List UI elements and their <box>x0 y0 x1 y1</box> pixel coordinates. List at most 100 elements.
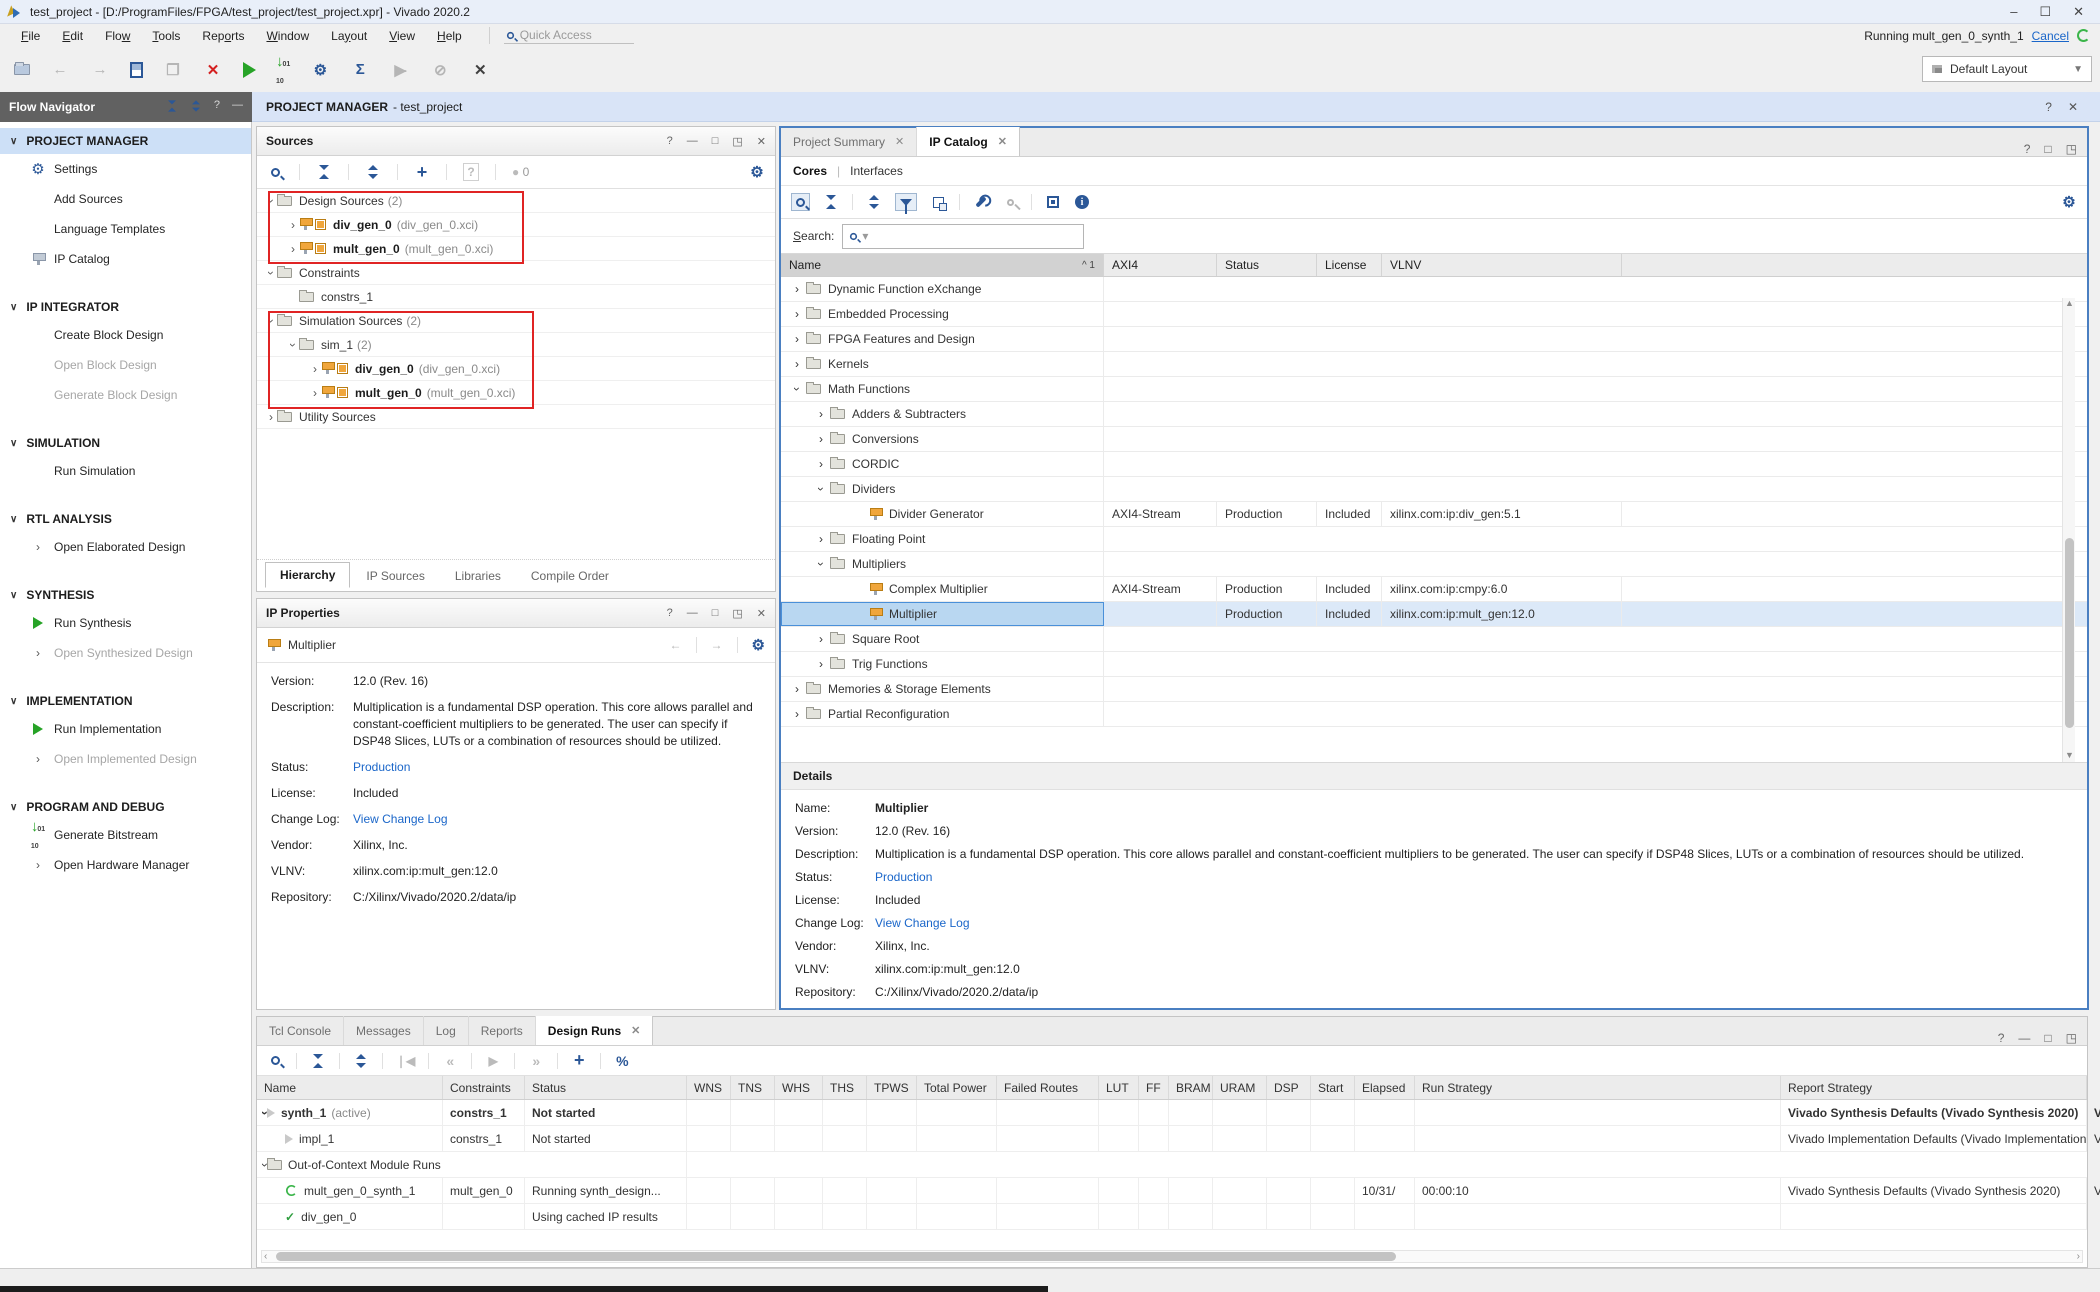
cores-tab[interactable]: Cores <box>793 164 827 178</box>
float-panel-icon[interactable]: ◳ <box>732 135 742 148</box>
flow-item-generate-bitstream[interactable]: ↓0110Generate Bitstream <box>0 820 251 850</box>
tree-item-mult_gen_0[interactable]: ›mult_gen_0(mult_gen_0.xci) <box>257 381 775 405</box>
expander-icon[interactable]: › <box>814 562 828 566</box>
chip-icon[interactable] <box>1045 193 1061 211</box>
open-project-icon[interactable] <box>14 64 30 75</box>
catalog-row-conversions[interactable]: ›Conversions <box>781 427 2087 452</box>
generate-bitstream-icon[interactable]: ↓0110 <box>276 53 290 87</box>
expander-icon[interactable]: › <box>819 532 823 546</box>
undo-icon[interactable]: ← <box>50 60 70 80</box>
chevron-right-icon[interactable]: › <box>36 858 40 872</box>
gear-icon[interactable]: ⚙ <box>752 636 765 654</box>
scroll-right-icon[interactable]: › <box>2077 1251 2080 1262</box>
field-value[interactable]: Production <box>875 869 932 886</box>
first-run-icon[interactable]: ❘◀ <box>396 1052 415 1070</box>
column-header-elapsed[interactable]: Elapsed <box>1355 1076 1415 1099</box>
tab-messages[interactable]: Messages <box>344 1016 424 1045</box>
column-header-failed-routes[interactable]: Failed Routes <box>997 1076 1099 1099</box>
column-header-run-strategy[interactable]: Run Strategy <box>1415 1076 1781 1099</box>
scrollbar-thumb[interactable] <box>276 1252 1396 1261</box>
tree-item-Constraints[interactable]: ›Constraints <box>257 261 775 285</box>
catalog-row-complex-multiplier[interactable]: Complex MultiplierAXI4-StreamProductionI… <box>781 577 2087 602</box>
collapse-all-icon[interactable] <box>823 193 839 211</box>
search-input[interactable]: ▾ <box>842 224 1084 249</box>
help-icon[interactable]: ? <box>2045 100 2052 114</box>
catalog-row-trig-functions[interactable]: ›Trig Functions <box>781 652 2087 677</box>
tab-log[interactable]: Log <box>424 1016 469 1045</box>
flow-item-run-simulation[interactable]: Run Simulation <box>0 456 251 486</box>
close-panel-icon[interactable]: ✕ <box>757 135 766 148</box>
catalog-row-fpga-features-and-design[interactable]: ›FPGA Features and Design <box>781 327 2087 352</box>
run-row-out-of-context-module-runs[interactable]: ›Out-of-Context Module Runs <box>257 1152 2087 1178</box>
column-header-total-power[interactable]: Total Power <box>917 1076 997 1099</box>
run-row-mult_gen_0_synth_1[interactable]: mult_gen_0_synth_1mult_gen_0Running synt… <box>257 1178 2087 1204</box>
column-header-whs[interactable]: WHS <box>775 1076 823 1099</box>
tab-ip-catalog[interactable]: IP Catalog✕ <box>917 127 1020 156</box>
catalog-row-floating-point[interactable]: ›Floating Point <box>781 527 2087 552</box>
close-banner-icon[interactable]: ✕ <box>2068 100 2078 114</box>
close-tab-icon[interactable]: ✕ <box>895 135 904 148</box>
menu-window[interactable]: Window <box>255 27 320 45</box>
help-icon[interactable]: ? <box>667 135 673 148</box>
flow-item-generate-block-design[interactable]: Generate Block Design <box>0 380 251 410</box>
maximize-panel-icon[interactable]: □ <box>712 135 719 148</box>
expander-icon[interactable]: › <box>264 315 278 327</box>
chevron-right-icon[interactable]: › <box>36 540 40 554</box>
back-icon[interactable]: ← <box>670 638 682 652</box>
tab-reports[interactable]: Reports <box>469 1016 536 1045</box>
expander-icon[interactable]: › <box>795 682 799 696</box>
expander-icon[interactable]: › <box>264 267 278 279</box>
quick-access-input[interactable]: Quick Access <box>504 27 634 44</box>
collapse-all-icon[interactable] <box>310 1052 326 1070</box>
tab-tcl-console[interactable]: Tcl Console <box>257 1016 344 1045</box>
minimize-button[interactable]: – <box>2010 4 2017 20</box>
chevron-right-icon[interactable]: › <box>36 646 40 660</box>
column-header-status[interactable]: Status <box>1217 254 1317 276</box>
help-icon[interactable]: ? <box>2024 142 2031 156</box>
column-header-ff[interactable]: FF <box>1139 1076 1169 1099</box>
info-icon[interactable]: i <box>1074 193 1090 211</box>
help-icon[interactable]: ? <box>214 99 220 116</box>
help-icon[interactable]: ? <box>667 607 673 620</box>
tab-hierarchy[interactable]: Hierarchy <box>265 562 350 588</box>
expander-icon[interactable]: › <box>286 339 300 351</box>
expander-icon[interactable]: › <box>790 387 804 391</box>
expander-icon[interactable]: › <box>287 218 299 232</box>
unlink-icon[interactable]: ✕ <box>470 60 490 80</box>
search-icon[interactable] <box>267 163 283 181</box>
minimize-panel-icon[interactable]: — <box>2018 1031 2030 1045</box>
maximize-panel-icon[interactable]: □ <box>712 607 719 620</box>
launch-runs-icon[interactable]: ▶ <box>485 1052 501 1070</box>
menu-edit[interactable]: Edit <box>51 27 94 45</box>
expander-icon[interactable]: › <box>819 657 823 671</box>
menu-flow[interactable]: Flow <box>94 27 141 45</box>
column-header-tpws[interactable]: TPWS <box>867 1076 917 1099</box>
tree-item-sim_1[interactable]: ›sim_1(2) <box>257 333 775 357</box>
expander-icon[interactable]: › <box>795 357 799 371</box>
tab-ip-sources[interactable]: IP Sources <box>352 564 438 588</box>
forward-icon[interactable]: → <box>711 638 723 652</box>
flow-item-open-implemented-design[interactable]: ›Open Implemented Design <box>0 744 251 774</box>
previous-runs-icon[interactable]: « <box>442 1052 458 1070</box>
expand-all-icon[interactable] <box>353 1052 369 1070</box>
interfaces-tab[interactable]: Interfaces <box>850 164 903 178</box>
chevron-right-icon[interactable]: › <box>36 752 40 766</box>
column-header-report-strategy[interactable]: Report Strategy <box>1781 1076 2087 1099</box>
catalog-row-kernels[interactable]: ›Kernels <box>781 352 2087 377</box>
flow-item-open-synthesized-design[interactable]: ›Open Synthesized Design <box>0 638 251 668</box>
layout-selector[interactable]: Default Layout ▼ <box>1922 56 2092 82</box>
float-panel-icon[interactable]: ◳ <box>2066 1031 2077 1045</box>
next-runs-icon[interactable]: » <box>528 1052 544 1070</box>
column-header-lut[interactable]: LUT <box>1099 1076 1139 1099</box>
close-panel-icon[interactable]: ✕ <box>757 607 766 620</box>
flow-item-open-hardware-manager[interactable]: ›Open Hardware Manager <box>0 850 251 880</box>
expander-icon[interactable]: › <box>819 407 823 421</box>
tab-libraries[interactable]: Libraries <box>441 564 515 588</box>
menu-layout[interactable]: Layout <box>320 27 378 45</box>
column-header-vlnv[interactable]: VLNV <box>1382 254 1622 276</box>
report-document-icon[interactable] <box>130 62 143 78</box>
maximize-button[interactable]: ☐ <box>2039 4 2051 20</box>
expander-icon[interactable]: › <box>287 242 299 256</box>
expander-icon[interactable]: › <box>795 332 799 346</box>
run-row-div_gen_0[interactable]: ✓div_gen_0Using cached IP results <box>257 1204 2087 1230</box>
